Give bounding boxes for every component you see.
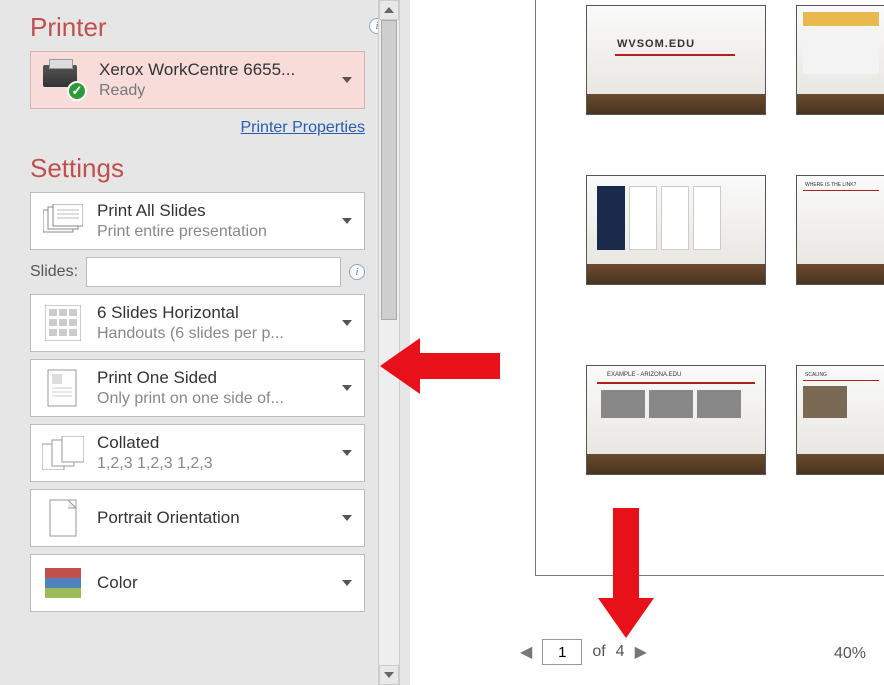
slide-title: EXAMPLE - ARIZONA.EDU [607, 372, 681, 378]
color-title: Color [97, 573, 354, 593]
preview-page: WVSOM.EDU WHERE IS THE LINK? EXAMPLE - A… [535, 0, 884, 576]
layout-sub: Handouts (6 slides per p... [97, 325, 354, 343]
print-what-title: Print All Slides [97, 201, 354, 221]
page-navigator: ◀ of 4 ▶ [520, 639, 647, 665]
sides-title: Print One Sided [97, 368, 354, 388]
sides-sub: Only print on one side of... [97, 390, 354, 408]
next-page-button[interactable]: ▶ [635, 642, 647, 662]
print-preview-pane: WVSOM.EDU WHERE IS THE LINK? EXAMPLE - A… [410, 0, 884, 685]
one-sided-icon [41, 366, 85, 410]
sides-selector[interactable]: Print One Sided Only print on one side o… [30, 359, 365, 417]
scrollbar-thumb[interactable] [381, 20, 397, 320]
info-icon[interactable]: i [349, 264, 365, 280]
prev-page-button[interactable]: ◀ [520, 642, 532, 662]
portrait-icon [41, 496, 85, 540]
chevron-down-icon [342, 385, 352, 391]
chevron-down-icon [342, 320, 352, 326]
chevron-down-icon [342, 77, 352, 83]
zoom-level[interactable]: 40% [834, 645, 866, 663]
scroll-down-button[interactable] [379, 665, 399, 685]
orientation-title: Portrait Orientation [97, 508, 354, 528]
color-icon [41, 561, 85, 605]
settings-heading: Settings [30, 153, 395, 184]
printer-selector[interactable]: ✓ Xerox WorkCentre 6655... Ready [30, 51, 365, 109]
preview-slide-3 [586, 175, 766, 285]
chevron-down-icon [342, 218, 352, 224]
slides-label: Slides: [30, 263, 78, 281]
slide-title: WHERE IS THE LINK? [805, 182, 856, 188]
printer-status: Ready [99, 82, 295, 100]
scrollbar-track[interactable] [379, 20, 399, 665]
total-pages: 4 [616, 643, 625, 661]
printer-name: Xerox WorkCentre 6655... [99, 60, 295, 80]
preview-slide-2 [796, 5, 884, 115]
layout-selector[interactable]: 6 Slides Horizontal Handouts (6 slides p… [30, 294, 365, 352]
print-settings-panel: Printer i ✓ Xerox WorkCentre 6655... Rea… [0, 0, 395, 685]
printer-properties-link[interactable]: Printer Properties [30, 119, 365, 137]
slide-title: WVSOM.EDU [617, 38, 695, 50]
orientation-selector[interactable]: Portrait Orientation [30, 489, 365, 547]
of-label: of [592, 643, 605, 661]
printer-heading: Printer [30, 12, 369, 43]
printer-icon: ✓ [41, 61, 85, 99]
collated-selector[interactable]: Collated 1,2,3 1,2,3 1,2,3 [30, 424, 365, 482]
collated-icon [41, 431, 85, 475]
chevron-down-icon [342, 450, 352, 456]
color-selector[interactable]: Color [30, 554, 365, 612]
slides-range-input[interactable] [86, 257, 341, 287]
preview-slide-6: SCALING [796, 365, 884, 475]
scroll-up-button[interactable] [379, 0, 399, 20]
print-all-slides-icon [41, 199, 85, 243]
preview-slide-4: WHERE IS THE LINK? [796, 175, 884, 285]
collated-sub: 1,2,3 1,2,3 1,2,3 [97, 455, 354, 473]
layout-title: 6 Slides Horizontal [97, 303, 354, 323]
ready-check-icon: ✓ [67, 81, 87, 101]
preview-slide-1: WVSOM.EDU [586, 5, 766, 115]
chevron-down-icon [342, 580, 352, 586]
preview-slide-5: EXAMPLE - ARIZONA.EDU [586, 365, 766, 475]
collated-title: Collated [97, 433, 354, 453]
page-number-input[interactable] [542, 639, 582, 665]
chevron-down-icon [342, 515, 352, 521]
slide-title: SCALING [805, 372, 827, 378]
settings-scrollbar[interactable] [378, 0, 400, 685]
six-slides-icon [41, 301, 85, 345]
print-what-selector[interactable]: Print All Slides Print entire presentati… [30, 192, 365, 250]
print-what-sub: Print entire presentation [97, 223, 354, 241]
